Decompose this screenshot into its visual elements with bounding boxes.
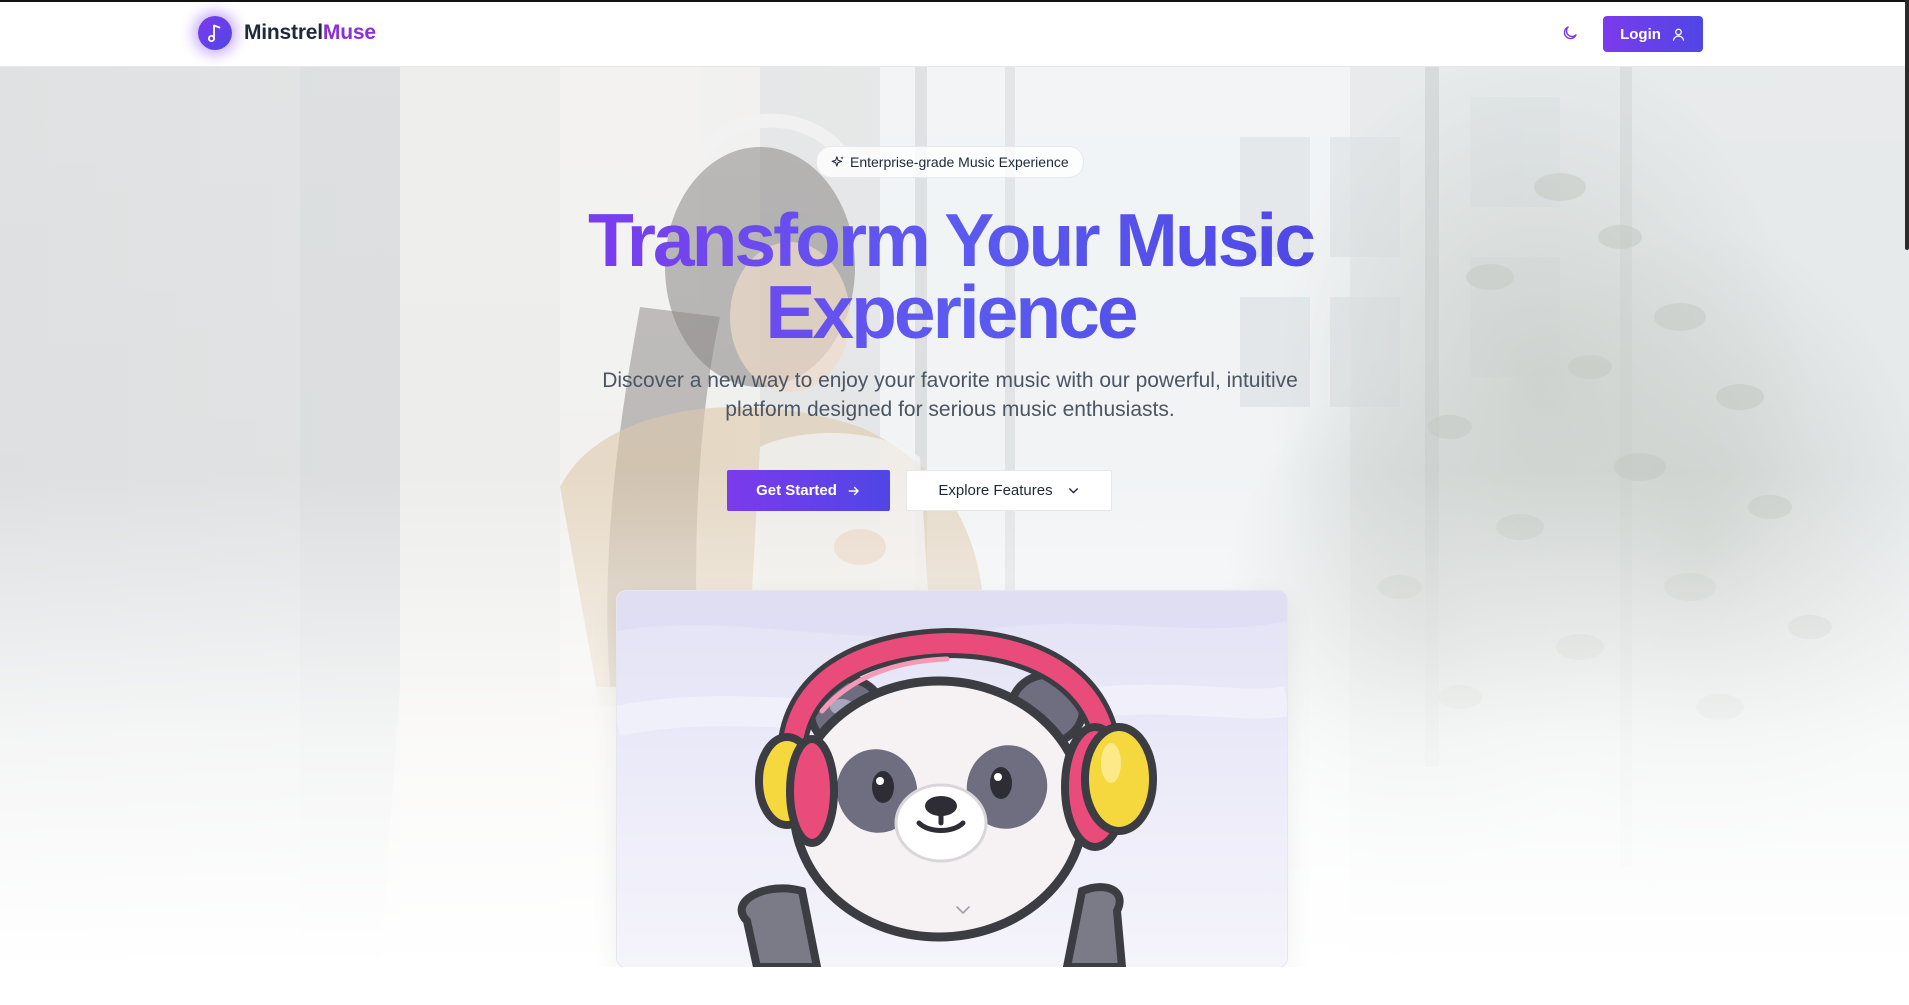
brand-logo[interactable]: MinstrelMuse xyxy=(198,16,376,50)
page-bottom xyxy=(0,967,1909,1005)
sparkles-icon xyxy=(831,155,845,169)
window-top-border xyxy=(0,0,1909,2)
music-note-icon xyxy=(198,16,232,50)
site-header: MinstrelMuse Login xyxy=(0,2,1909,67)
hero-headline: Transform Your Music Experience xyxy=(560,203,1341,350)
login-button[interactable]: Login xyxy=(1603,16,1703,52)
scroll-down-hint[interactable] xyxy=(954,903,972,922)
arrow-right-icon xyxy=(848,486,859,495)
hero-badge: Enterprise-grade Music Experience xyxy=(816,146,1084,178)
login-label: Login xyxy=(1620,25,1661,43)
brand-name-part2: Muse xyxy=(322,21,376,44)
brand-name-part1: Minstrel xyxy=(244,21,323,44)
hero-subheadline: Discover a new way to enjoy your favorit… xyxy=(602,369,1298,421)
hero-badge-text: Enterprise-grade Music Experience xyxy=(850,154,1069,170)
user-icon xyxy=(1672,28,1685,41)
page-scrollbar[interactable] xyxy=(1905,0,1909,250)
panda-headphones-illustration xyxy=(617,591,1287,967)
hero-section: Enterprise-grade Music Experience Transf… xyxy=(0,67,1909,967)
theme-toggle-button[interactable] xyxy=(1557,20,1583,46)
explore-features-button[interactable]: Explore Features xyxy=(906,470,1112,511)
showcase-card xyxy=(616,590,1288,967)
moon-icon xyxy=(1563,26,1577,40)
explore-features-label: Explore Features xyxy=(938,482,1053,499)
get-started-button[interactable]: Get Started xyxy=(727,470,890,511)
chevron-down-icon xyxy=(1068,488,1078,494)
brand-name: MinstrelMuse xyxy=(244,21,376,45)
chevron-down-icon xyxy=(956,906,970,914)
get-started-label: Get Started xyxy=(756,482,837,499)
